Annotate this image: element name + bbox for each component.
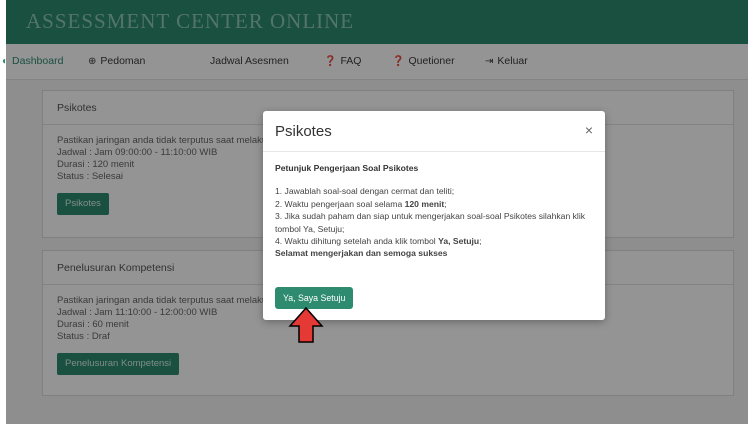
- instruction-line-3: 3. Jika sudah paham dan siap untuk menge…: [275, 211, 586, 234]
- modal-title: Psikotes: [275, 123, 332, 140]
- instructions-subtitle: Petunjuk Pengerjaan Soal Psikotes: [275, 163, 419, 173]
- modal-instructions: Petunjuk Pengerjaan Soal Psikotes 1. Jaw…: [263, 152, 605, 270]
- closing-text: Selamat mengerjakan dan semoga sukses: [275, 248, 448, 259]
- red-arrow-pointer-icon: [288, 306, 324, 343]
- close-icon[interactable]: ×: [585, 122, 593, 138]
- instruction-line-1: 1. Jawablah soal-soal dengan cermat dan …: [275, 186, 455, 197]
- instruction-line-4: 4. Waktu dihitung setelah anda klik tomb…: [275, 236, 482, 247]
- instruction-line-2: 2. Waktu pengerjaan soal selama 120 meni…: [275, 198, 447, 209]
- psikotes-modal: Psikotes × Petunjuk Pengerjaan Soal Psik…: [263, 111, 605, 320]
